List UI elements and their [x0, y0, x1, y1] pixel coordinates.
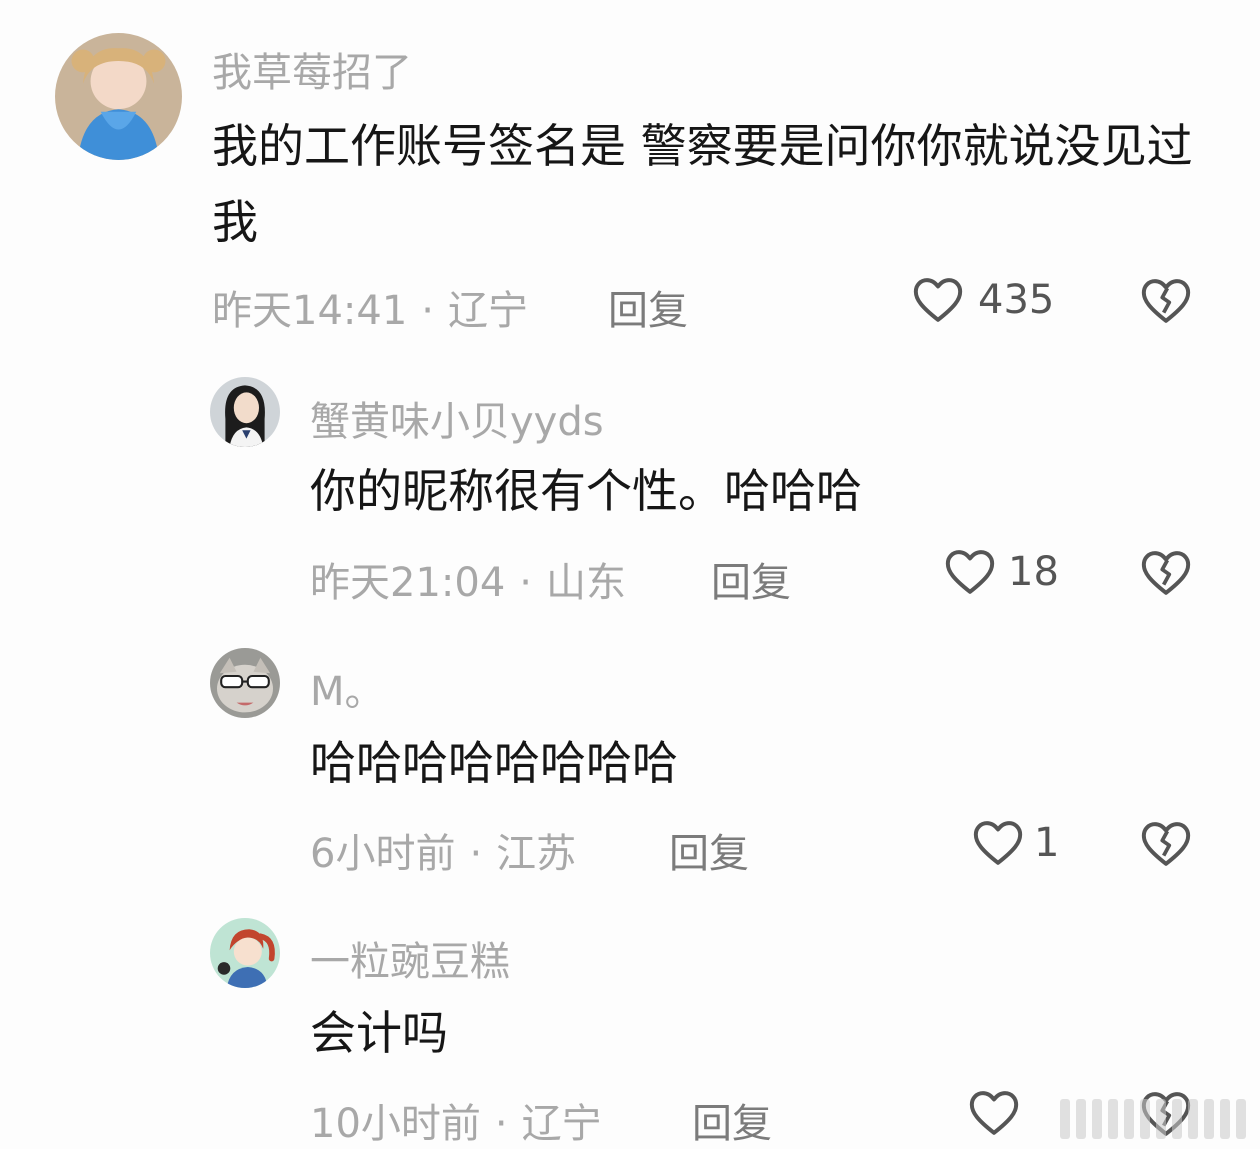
comment-meta: 昨天21:04 · 山东	[310, 550, 626, 608]
comment-text: 我的工作账号签名是 警察要是问你你就说没见过我	[212, 119, 1193, 249]
comment-meta: 6小时前 · 江苏	[310, 821, 576, 879]
heart-outline-icon	[913, 278, 963, 322]
like-button[interactable]	[966, 1085, 1030, 1141]
comment-text: 哈哈哈哈哈哈哈哈	[310, 736, 678, 790]
meta-separator: ·	[421, 288, 434, 334]
user-avatar[interactable]	[210, 377, 280, 447]
comment-location: 山东	[546, 560, 626, 606]
like-count: 18	[1008, 549, 1059, 595]
like-button[interactable]: 1	[970, 815, 1059, 871]
user-avatar[interactable]	[210, 918, 280, 988]
reply-button[interactable]: 回复	[711, 550, 791, 608]
comment-time: 昨天21:04	[310, 560, 506, 606]
comment-item: 我草莓招了 我的工作账号签名是 警察要是问你你就说没见过我 昨天14:41 · 辽宁…	[0, 0, 1260, 345]
like-count: 435	[978, 277, 1055, 323]
meta-separator: ·	[494, 1101, 508, 1147]
comment-meta: 10小时前 · 辽宁	[310, 1091, 602, 1149]
user-avatar[interactable]	[210, 648, 280, 718]
heart-outline-icon	[969, 1091, 1019, 1135]
username[interactable]: 我草莓招了	[212, 40, 412, 98]
username[interactable]: 一粒豌豆糕	[310, 929, 510, 987]
comment-thread: 我草莓招了 我的工作账号签名是 警察要是问你你就说没见过我 昨天14:41 · 辽宁…	[0, 0, 1260, 1149]
username[interactable]: 蟹黄味小贝yyds	[310, 389, 604, 447]
comment-time: 10小时前	[310, 1101, 481, 1147]
broken-heart-icon	[1141, 822, 1191, 866]
avatar-girl-dark-hair-icon	[210, 377, 280, 447]
comment-item: 蟹黄味小贝yyds 你的昵称很有个性。哈哈哈 昨天21:04 · 山东 回复 18	[0, 345, 1260, 615]
comment-location: 辽宁	[448, 288, 528, 334]
comment-text: 会计吗	[310, 1006, 448, 1060]
heart-outline-icon	[973, 821, 1023, 865]
comment-location: 江苏	[496, 831, 577, 877]
avatar-cat-sunglasses-icon	[210, 648, 280, 718]
heart-outline-icon	[945, 550, 995, 594]
meta-separator: ·	[519, 560, 532, 606]
comment-text: 你的昵称很有个性。哈哈哈	[310, 464, 862, 518]
comment-item: M。 哈哈哈哈哈哈哈哈 6小时前 · 江苏 回复 1	[0, 615, 1260, 885]
dislike-button[interactable]	[1138, 816, 1194, 872]
like-count: 1	[1034, 820, 1060, 866]
username[interactable]: M。	[310, 659, 385, 717]
reply-button[interactable]: 回复	[608, 278, 688, 336]
broken-heart-icon	[1141, 279, 1191, 323]
like-button[interactable]: 435	[910, 272, 1054, 328]
comment-location: 辽宁	[521, 1101, 602, 1147]
comment-time: 6小时前	[310, 831, 456, 877]
comment-meta: 昨天14:41 · 辽宁	[212, 278, 528, 336]
reply-button[interactable]: 回复	[692, 1091, 772, 1149]
watermark	[1060, 1099, 1246, 1139]
comment-time: 昨天14:41	[212, 288, 408, 334]
avatar-girl-blue-sweater-icon	[55, 33, 182, 160]
meta-separator: ·	[469, 831, 483, 877]
dislike-button[interactable]	[1138, 273, 1194, 329]
reply-button[interactable]: 回复	[669, 821, 749, 879]
broken-heart-icon	[1141, 551, 1191, 595]
user-avatar[interactable]	[55, 33, 182, 160]
dislike-button[interactable]	[1138, 545, 1194, 601]
avatar-cartoon-girl-icon	[210, 918, 280, 988]
like-button[interactable]: 18	[942, 544, 1059, 600]
